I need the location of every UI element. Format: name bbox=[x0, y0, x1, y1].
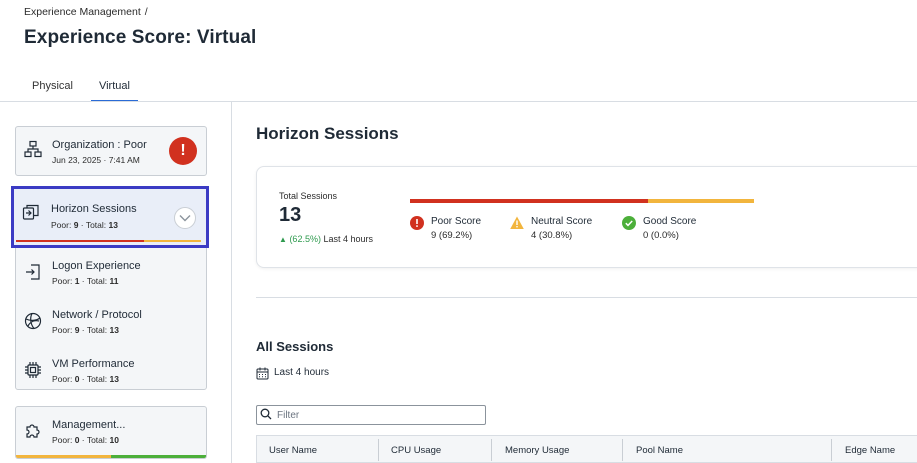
trend-up-icon: ▲ bbox=[279, 235, 287, 244]
sidebar-item-label: Horizon Sessions bbox=[51, 203, 137, 215]
all-sessions-title: All Sessions bbox=[256, 339, 334, 354]
column-header-pool-name[interactable]: Pool Name bbox=[636, 436, 683, 463]
sidebar-divider bbox=[231, 102, 232, 463]
sidebar-item-label: VM Performance bbox=[52, 358, 135, 370]
management-card[interactable]: Management... Poor: 0 · Total: 10 bbox=[15, 406, 207, 459]
legend-label: Good Score bbox=[643, 216, 697, 227]
sidebar-item-label: Management... bbox=[52, 419, 126, 431]
breadcrumb: Experience Management / bbox=[24, 6, 148, 18]
column-header-user-name[interactable]: User Name bbox=[269, 436, 317, 463]
organization-item[interactable]: Organization : Poor Jun 23, 2025 · 7:41 … bbox=[16, 127, 206, 173]
score-segment-neutral-score bbox=[648, 199, 754, 203]
score-bar-neutral bbox=[16, 455, 111, 458]
sidebar-item-counts: Poor: 1 · Total: 11 bbox=[52, 276, 119, 286]
error-icon bbox=[410, 216, 424, 230]
trend-period: Last 4 hours bbox=[323, 234, 373, 244]
login-icon bbox=[26, 264, 40, 280]
page-title: Experience Score: Virtual bbox=[24, 27, 257, 48]
sidebar-item-logon-experience[interactable]: Logon Experience Poor: 1 · Total: 11 bbox=[16, 250, 206, 296]
legend-label: Neutral Score bbox=[531, 216, 593, 227]
total-sessions-label: Total Sessions bbox=[279, 191, 338, 201]
sessions-icon bbox=[22, 204, 39, 220]
organization-title: Organization : Poor bbox=[52, 139, 147, 151]
organization-timestamp: Jun 23, 2025 · 7:41 AM bbox=[52, 155, 140, 165]
sidebar-item-label: Logon Experience bbox=[52, 260, 141, 272]
tabs-divider bbox=[0, 101, 917, 102]
filter-input[interactable] bbox=[256, 405, 486, 425]
hierarchy-icon bbox=[24, 140, 42, 158]
tab-virtual[interactable]: Virtual bbox=[90, 80, 138, 102]
expand-button[interactable] bbox=[174, 207, 196, 229]
organization-card[interactable]: Organization : Poor Jun 23, 2025 · 7:41 … bbox=[15, 126, 207, 176]
sidebar-item-counts: Poor: 0 · Total: 10 bbox=[52, 435, 119, 445]
score-bar-poor bbox=[16, 240, 145, 242]
sidebar-item-counts: Poor: 9 · Total: 13 bbox=[52, 325, 119, 335]
score-bar bbox=[16, 240, 201, 242]
tab-bar: Physical Virtual bbox=[24, 80, 148, 102]
sidebar-item-label: Network / Protocol bbox=[52, 309, 142, 321]
column-header-cpu-usage[interactable]: CPU Usage bbox=[391, 436, 441, 463]
legend-label: Poor Score bbox=[431, 216, 482, 227]
legend-value: 4 (30.8%) bbox=[531, 230, 573, 241]
column-header-edge-name[interactable]: Edge Name bbox=[845, 436, 895, 463]
trend-percent: (62.5%) bbox=[289, 234, 321, 244]
sidebar-item-horizon-sessions[interactable]: Horizon Sessions Poor: 9 · Total: 13 bbox=[11, 186, 209, 248]
total-sessions-value: 13 bbox=[279, 204, 302, 226]
section-title: Horizon Sessions bbox=[256, 124, 399, 143]
puzzle-icon bbox=[26, 424, 40, 438]
breadcrumb-separator: / bbox=[144, 6, 148, 18]
column-divider[interactable] bbox=[491, 439, 492, 461]
tab-physical[interactable]: Physical bbox=[24, 80, 81, 102]
column-header-memory-usage[interactable]: Memory Usage bbox=[505, 436, 569, 463]
score-distribution-bar bbox=[410, 199, 754, 203]
column-divider[interactable] bbox=[378, 439, 379, 461]
alert-icon: ! bbox=[169, 137, 197, 165]
column-divider[interactable] bbox=[622, 439, 623, 461]
score-bar bbox=[16, 455, 206, 458]
column-divider[interactable] bbox=[831, 439, 832, 461]
sidebar-item-counts: Poor: 9 · Total: 13 bbox=[51, 220, 118, 230]
trend-indicator: ▲ (62.5%) Last 4 hours bbox=[279, 234, 373, 244]
breadcrumb-link[interactable]: Experience Management bbox=[24, 6, 141, 18]
sidebar-item-management[interactable]: Management... Poor: 0 · Total: 10 bbox=[16, 409, 206, 455]
table-header: User Name CPU Usage Memory Usage Pool Na… bbox=[256, 435, 917, 463]
globe-icon bbox=[24, 312, 42, 330]
score-bar-neutral bbox=[144, 240, 201, 242]
warning-icon bbox=[510, 216, 524, 229]
chevron-down-icon bbox=[179, 215, 191, 222]
legend-value: 0 (0.0%) bbox=[643, 230, 679, 241]
time-range-label: Last 4 hours bbox=[274, 367, 330, 378]
legend-value: 9 (69.2%) bbox=[431, 230, 473, 241]
search-icon bbox=[260, 408, 272, 420]
sidebar-item-network-protocol[interactable]: Network / Protocol Poor: 9 · Total: 13 bbox=[16, 299, 206, 345]
calendar-icon bbox=[256, 367, 269, 380]
sidebar-item-counts: Poor: 0 · Total: 13 bbox=[52, 374, 119, 384]
summary-card: Total Sessions 13 ▲ (62.5%) Last 4 hours… bbox=[256, 166, 917, 268]
chip-icon bbox=[25, 362, 41, 378]
sidebar-item-vm-performance[interactable]: VM Performance Poor: 0 · Total: 13 bbox=[16, 348, 206, 394]
score-bar-good bbox=[111, 455, 206, 458]
section-divider bbox=[256, 297, 917, 298]
score-segment-poor-score bbox=[410, 199, 649, 203]
check-circle-icon bbox=[622, 216, 636, 230]
